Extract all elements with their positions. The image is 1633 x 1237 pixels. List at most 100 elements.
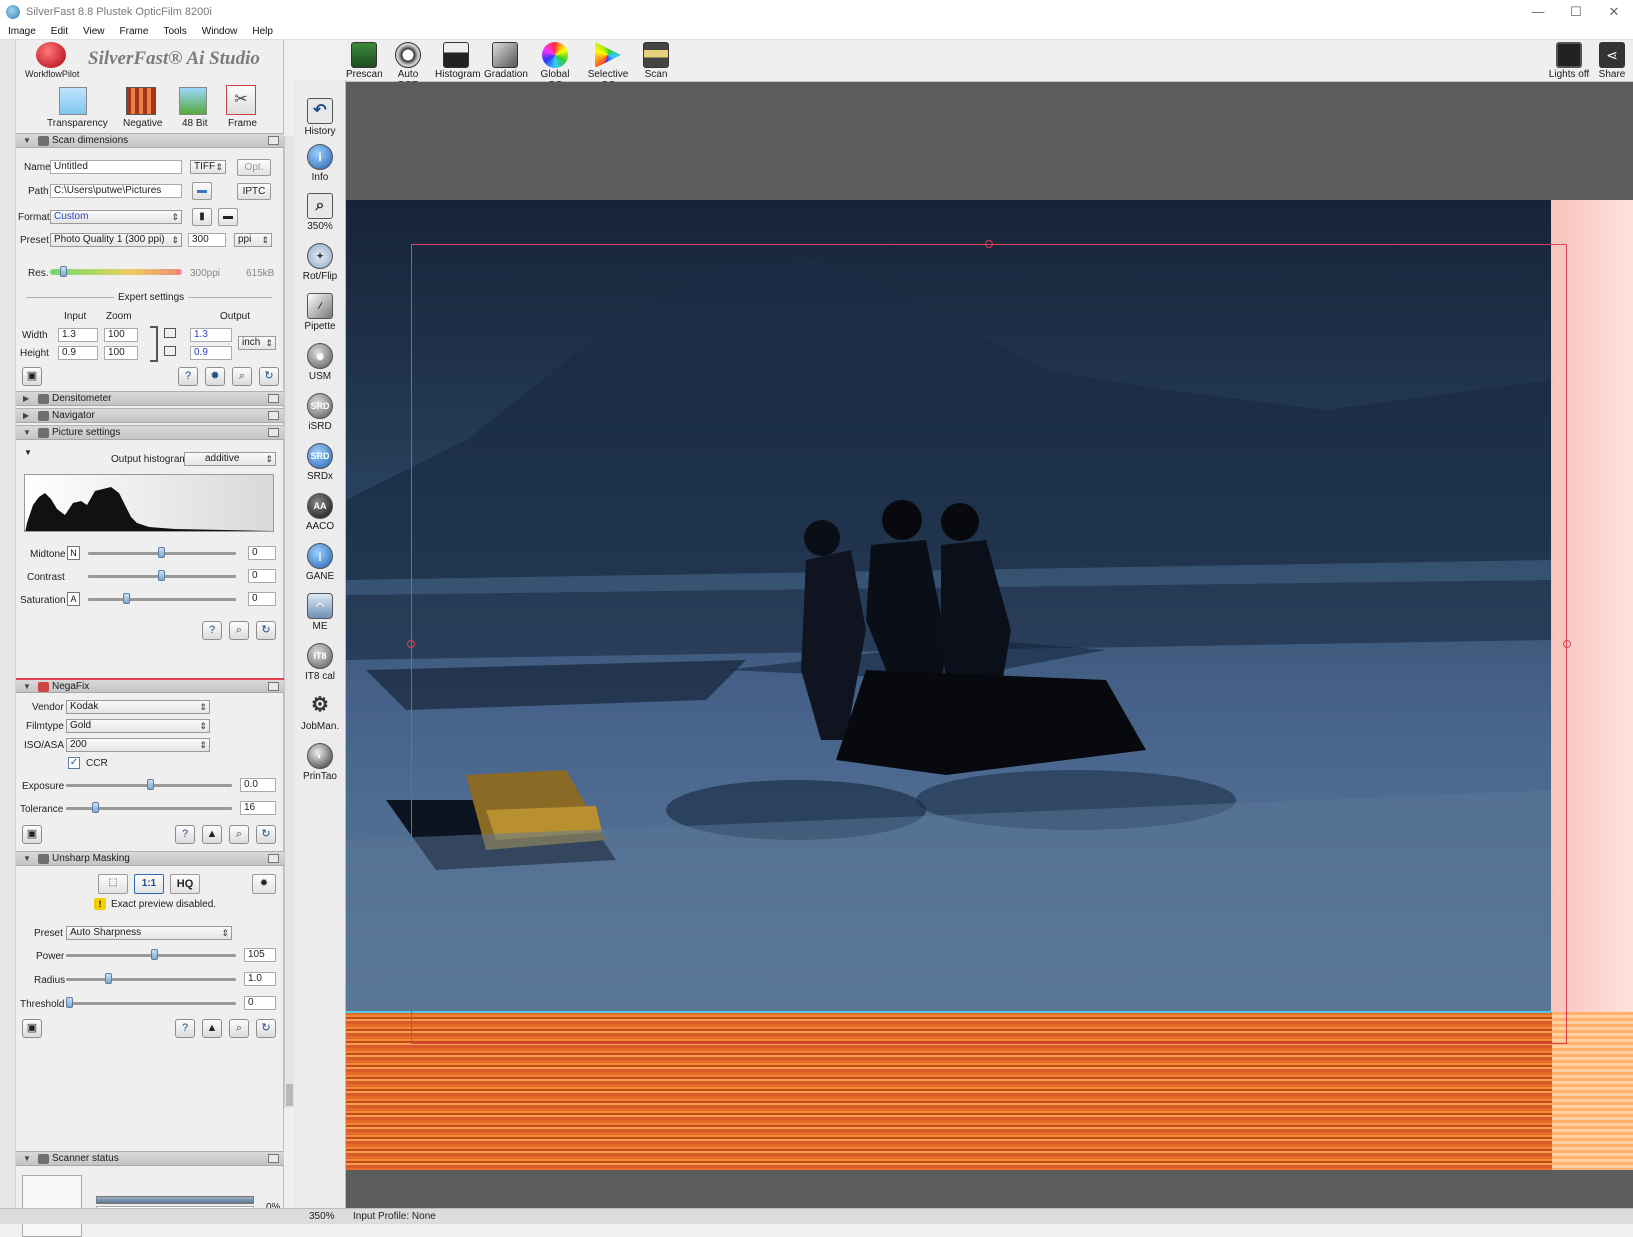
help-icon[interactable]: ?: [175, 1019, 195, 1038]
scan-frame-selection[interactable]: [411, 244, 1567, 1044]
iptc-button[interactable]: IPTC: [237, 183, 271, 200]
pipette-tool[interactable]: ⁄ Pipette: [294, 293, 346, 332]
reset-icon[interactable]: ↻: [256, 621, 276, 640]
picture-settings-header[interactable]: ▼ Picture settings: [16, 425, 284, 440]
format-select[interactable]: Custom: [50, 210, 182, 224]
midtone-value[interactable]: 0: [248, 546, 276, 560]
transparency-icon[interactable]: [59, 87, 87, 115]
scrollbar-thumb[interactable]: [286, 1084, 293, 1106]
gradation-button[interactable]: Gradation: [484, 40, 528, 82]
usm-settings-gear-icon[interactable]: ✹: [252, 874, 276, 894]
threshold-slider-thumb[interactable]: [66, 997, 73, 1008]
magnify-icon[interactable]: ⌕: [229, 621, 249, 640]
link-chain-icon[interactable]: [150, 326, 158, 362]
frame-handle-top[interactable]: [985, 240, 993, 248]
histogram-expand-icon[interactable]: ▼: [24, 448, 32, 457]
histogram-button[interactable]: Histogram: [435, 40, 481, 82]
auto-ccr-button[interactable]: Auto CCR: [386, 40, 430, 91]
width-zoom[interactable]: 100: [104, 328, 138, 342]
printao-tool[interactable]: ◐ PrinTao: [294, 743, 346, 782]
preset-select[interactable]: Photo Quality 1 (300 ppi): [50, 233, 182, 247]
file-type-select[interactable]: TIFF: [190, 160, 226, 174]
ccr-checkbox[interactable]: ✓: [68, 757, 80, 769]
share-button[interactable]: ⋖ Share: [1596, 40, 1628, 82]
selection-preview-button[interactable]: ⬚: [98, 874, 128, 894]
threshold-slider[interactable]: [66, 1002, 236, 1005]
threshold-value[interactable]: 0: [244, 996, 276, 1010]
close-button[interactable]: ✕: [1595, 0, 1633, 23]
menu-edit[interactable]: Edit: [51, 26, 68, 37]
frame-handle-left[interactable]: [407, 640, 415, 648]
radius-slider-thumb[interactable]: [105, 973, 112, 984]
power-value[interactable]: 105: [244, 948, 276, 962]
lock-width-icon[interactable]: [164, 328, 176, 338]
section-options-icon[interactable]: [268, 854, 279, 863]
frame-tool-icon[interactable]: ✂: [226, 85, 256, 115]
magnify-icon[interactable]: ⌕: [229, 1019, 249, 1038]
saturation-slider-thumb[interactable]: [123, 593, 130, 604]
tolerance-value[interactable]: 16: [240, 801, 276, 815]
midtone-mode-badge[interactable]: N: [67, 546, 80, 560]
aaco-tool[interactable]: AA AACO: [294, 493, 346, 532]
gane-tool[interactable]: | GANE: [294, 543, 346, 582]
iso-select[interactable]: 200: [66, 738, 210, 752]
expert-cap-icon[interactable]: ▲: [202, 1019, 222, 1038]
info-tool[interactable]: i Info: [294, 144, 346, 183]
densitometer-header[interactable]: ▶ Densitometer: [16, 391, 284, 406]
contrast-value[interactable]: 0: [248, 569, 276, 583]
unit-select[interactable]: inch: [238, 336, 276, 350]
prescan-button[interactable]: Prescan: [346, 40, 383, 82]
reset-icon[interactable]: ↻: [259, 367, 279, 386]
reset-icon[interactable]: ↻: [256, 1019, 276, 1038]
exposure-slider-thumb[interactable]: [147, 779, 154, 790]
ppi-unit-select[interactable]: ppi: [234, 233, 272, 247]
usm-preset-select[interactable]: Auto Sharpness: [66, 926, 232, 940]
menu-view[interactable]: View: [83, 26, 105, 37]
global-cc-button[interactable]: Global CC: [534, 40, 576, 91]
width-input[interactable]: 1.3: [58, 328, 98, 342]
selective-cc-button[interactable]: Selective CC: [582, 40, 634, 91]
history-tool[interactable]: ↶ History: [294, 98, 346, 137]
section-options-icon[interactable]: [268, 136, 279, 145]
help-icon[interactable]: ?: [202, 621, 222, 640]
panel-scrollbar[interactable]: [284, 136, 294, 1108]
lock-height-icon[interactable]: [164, 346, 176, 356]
expert-cap-icon[interactable]: ▲: [202, 825, 222, 844]
filmtype-select[interactable]: Gold: [66, 719, 210, 733]
section-options-icon[interactable]: [268, 411, 279, 420]
usm-tool[interactable]: ◉ USM: [294, 343, 346, 382]
portrait-icon[interactable]: ▮: [192, 208, 212, 226]
gear-icon[interactable]: ✹: [205, 367, 225, 386]
power-slider-thumb[interactable]: [151, 949, 158, 960]
height-input[interactable]: 0.9: [58, 346, 98, 360]
unsharp-masking-header[interactable]: ▼ Unsharp Masking: [16, 851, 284, 866]
save-icon[interactable]: ▣: [22, 1019, 42, 1038]
menu-window[interactable]: Window: [202, 26, 238, 37]
saturation-slider[interactable]: [88, 598, 236, 601]
me-tool[interactable]: ◠ ME: [294, 593, 346, 632]
section-options-icon[interactable]: [268, 682, 279, 691]
midtone-slider-thumb[interactable]: [158, 547, 165, 558]
reset-icon[interactable]: ↻: [256, 825, 276, 844]
height-zoom[interactable]: 100: [104, 346, 138, 360]
ppi-input[interactable]: 300: [188, 233, 226, 247]
magnify-icon[interactable]: ⌕: [232, 367, 252, 386]
height-output[interactable]: 0.9: [190, 346, 232, 360]
radius-value[interactable]: 1.0: [244, 972, 276, 986]
folder-icon[interactable]: ▬: [192, 182, 212, 200]
48bit-icon[interactable]: [179, 87, 207, 115]
scan-dimensions-header[interactable]: ▼ Scan dimensions: [16, 133, 284, 148]
section-options-icon[interactable]: [268, 1154, 279, 1163]
jobman-tool[interactable]: ⚙ JobMan.: [294, 693, 346, 732]
one-to-one-button[interactable]: 1:1: [134, 874, 164, 894]
preview-canvas[interactable]: [346, 82, 1633, 1208]
negafix-header[interactable]: ▼ NegaFix: [16, 678, 284, 693]
opt-button[interactable]: Opt.: [237, 159, 271, 176]
landscape-icon[interactable]: ▬: [218, 208, 238, 226]
it8-tool[interactable]: IT8 IT8 cal: [294, 643, 346, 682]
scanner-status-header[interactable]: ▼ Scanner status: [16, 1151, 284, 1166]
menu-help[interactable]: Help: [252, 26, 273, 37]
section-options-icon[interactable]: [268, 394, 279, 403]
minimize-button[interactable]: —: [1519, 0, 1557, 23]
zoom-tool[interactable]: ⌕ 350%: [294, 193, 346, 232]
